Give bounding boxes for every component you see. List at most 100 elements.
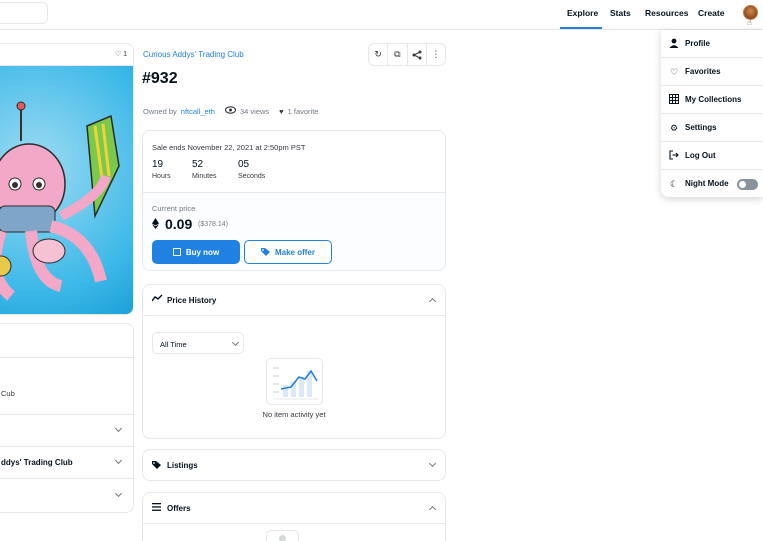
trending-icon: [151, 294, 163, 304]
more-options-button[interactable]: ⋮: [427, 44, 445, 65]
buy-now-label: Buy now: [185, 247, 220, 257]
nav-explore[interactable]: Explore: [567, 8, 598, 18]
tag-icon: [260, 247, 270, 258]
favorite-count: 1: [123, 51, 127, 58]
eth-icon: [152, 218, 159, 232]
active-tab-indicator: [560, 27, 602, 29]
user-icon: [668, 38, 680, 50]
menu-item-favorites[interactable]: ♡ Favorites: [661, 58, 763, 86]
owner-line: Owned by nftcall_eth 34 views ♥ 1 favori…: [143, 106, 318, 116]
owner-link[interactable]: nftcall_eth: [181, 107, 215, 116]
menu-label: Log Out: [685, 151, 716, 160]
menu-label: Favorites: [685, 67, 721, 76]
refresh-icon: ↻: [374, 49, 382, 59]
listings-title: Listings: [167, 461, 198, 470]
time-range-select[interactable]: All Time: [152, 332, 244, 354]
octopus-artwork-icon: [0, 101, 120, 301]
menu-label: Night Mode: [685, 179, 729, 188]
nav-stats[interactable]: Stats: [610, 8, 631, 18]
menu-item-settings[interactable]: ⚙ Settings: [661, 114, 763, 142]
menu-item-night-mode[interactable]: ☾ Night Mode: [661, 170, 763, 198]
nav-resources[interactable]: Resources: [645, 8, 688, 18]
price-history-panel: Price History All Time No item activity …: [142, 284, 446, 439]
accordion-row-collection[interactable]: ddys' Trading Club: [0, 447, 135, 479]
wallet-icon: [172, 248, 181, 256]
refresh-button[interactable]: ↻: [369, 44, 389, 65]
share-button[interactable]: [408, 44, 427, 65]
external-link-icon: ⧉: [394, 49, 401, 59]
countdown-seconds-label: Seconds: [238, 173, 266, 180]
image-card-header: ♡ 1: [0, 44, 133, 66]
price-history-title: Price History: [167, 296, 217, 305]
countdown-hours: 19: [152, 159, 164, 170]
menu-item-log-out[interactable]: Log Out: [661, 142, 763, 170]
search-input[interactable]: [0, 2, 48, 24]
menu-label: My Collections: [685, 95, 742, 104]
favorites-count: 1 favorite: [287, 106, 319, 116]
offers-title: Offers: [167, 504, 191, 513]
chevron-up-icon: [428, 297, 437, 306]
accordion-row[interactable]: [0, 479, 135, 512]
chevron-down-icon: [428, 459, 437, 468]
accordion-row[interactable]: [0, 415, 135, 447]
asset-action-group: ↻ ⧉ ⋮: [368, 43, 446, 66]
time-range-value: All Time: [160, 340, 187, 349]
night-mode-toggle[interactable]: [737, 179, 758, 190]
grid-icon: [668, 94, 680, 106]
partial-text: Cub: [1, 389, 15, 398]
empty-state-text: No item activity yet: [262, 410, 326, 419]
eye-icon: [224, 106, 237, 116]
nav-create[interactable]: Create: [698, 8, 724, 18]
empty-offers-illustration: [266, 530, 299, 541]
chevron-down-icon: [231, 338, 240, 347]
pointer-cursor-icon: ☝: [747, 18, 752, 27]
collection-link[interactable]: Curious Addys' Trading Club: [143, 50, 244, 59]
countdown-seconds: 05: [238, 159, 250, 170]
list-icon: [152, 503, 161, 513]
chevron-down-icon: [114, 489, 123, 498]
moon-icon: ☾: [669, 179, 679, 189]
price-history-header[interactable]: Price History: [143, 285, 445, 316]
toggle-knob: [739, 181, 746, 188]
views-count: 34 views: [239, 106, 270, 116]
tag-icon: [152, 460, 161, 471]
nft-image-card: ♡ 1: [0, 43, 134, 315]
listings-panel[interactable]: Listings: [142, 449, 446, 481]
accordion-section[interactable]: [0, 324, 135, 358]
page-title: #932: [142, 70, 178, 87]
buy-now-button[interactable]: Buy now: [152, 240, 240, 264]
profile-dropdown-menu: Profile ♡ Favorites My Collections ⚙ Set…: [661, 30, 763, 197]
sale-end-time: Sale ends November 22, 2021 at 2:50pm PS…: [152, 143, 306, 152]
offers-panel: Offers: [142, 492, 446, 541]
external-link-button[interactable]: ⧉: [388, 44, 408, 65]
price-value: 0.09: [165, 216, 193, 232]
more-vertical-icon: ⋮: [431, 49, 441, 59]
chevron-up-icon: [428, 505, 437, 514]
offers-header[interactable]: Offers: [143, 493, 445, 524]
menu-label: Profile: [685, 39, 710, 48]
sale-card: Sale ends November 22, 2021 at 2:50pm PS…: [142, 130, 446, 271]
heart-icon: ♡: [669, 67, 679, 77]
countdown-minutes-label: Minutes: [192, 173, 217, 180]
heart-filled-icon: ♥: [279, 106, 284, 116]
menu-label: Settings: [685, 123, 717, 132]
owned-by-label: Owned by: [143, 106, 177, 116]
collection-about-label: ddys' Trading Club: [1, 458, 73, 467]
accordion-section-body: Cub: [0, 358, 135, 415]
make-offer-label: Make offer: [274, 247, 315, 257]
details-accordion: Cub ddys' Trading Club: [0, 323, 135, 513]
favorite-counter[interactable]: ♡ 1: [115, 50, 127, 58]
nft-image[interactable]: [0, 66, 133, 314]
chevron-down-icon: [114, 424, 123, 433]
logout-icon: [668, 150, 680, 162]
top-navigation: Explore Stats Resources Create ☝: [0, 0, 763, 30]
menu-item-my-collections[interactable]: My Collections: [661, 86, 763, 114]
make-offer-button[interactable]: Make offer: [244, 240, 332, 264]
empty-chart-illustration: [266, 358, 323, 405]
placeholder-dot-icon: [279, 535, 286, 541]
price-usd: ($378.14): [198, 221, 228, 228]
chevron-down-icon: [114, 456, 123, 465]
menu-item-profile[interactable]: Profile: [661, 30, 763, 58]
gear-icon: ⚙: [669, 123, 679, 133]
current-price-label: Current price: [152, 204, 196, 213]
